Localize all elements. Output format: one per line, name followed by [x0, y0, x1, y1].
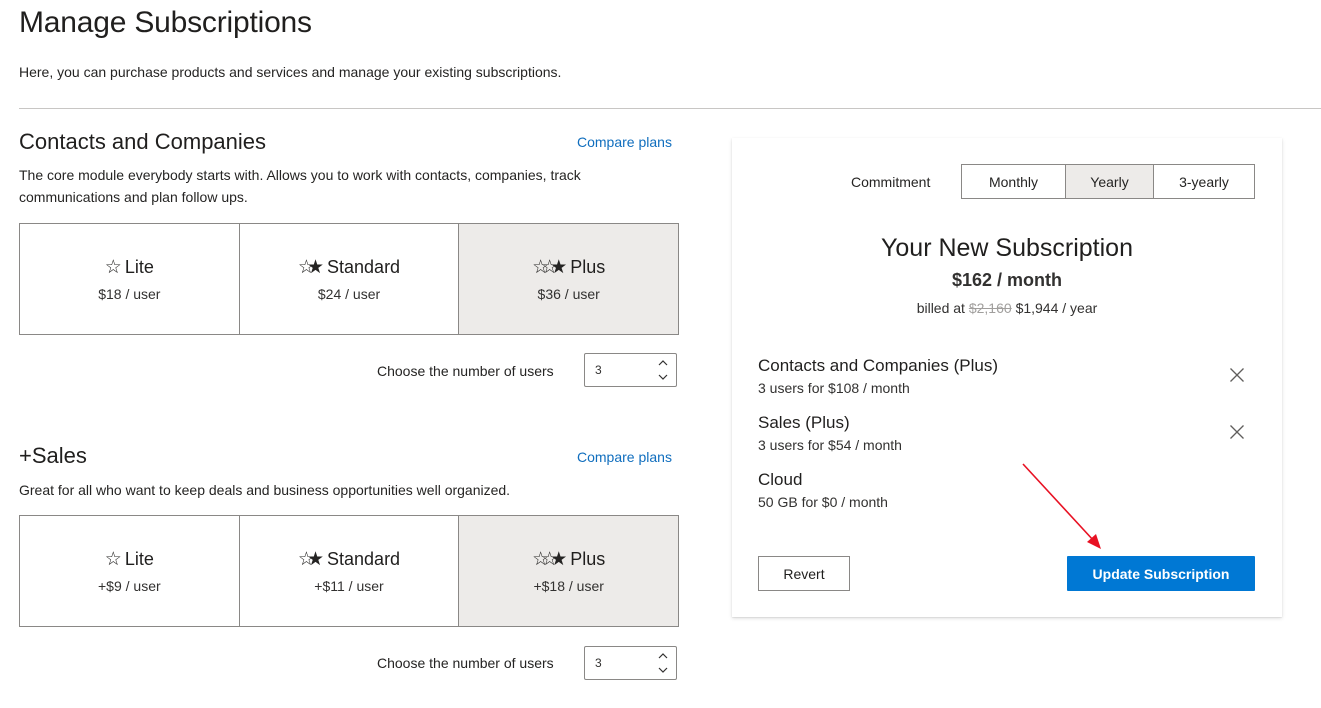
chevron-up-icon[interactable] [656, 649, 670, 663]
revert-button[interactable]: Revert [758, 556, 850, 591]
billed-prefix: billed at [916, 300, 965, 316]
commitment-3-yearly-button[interactable]: 3-yearly [1154, 165, 1254, 198]
plan-name: Lite [124, 548, 154, 569]
sales-plan-lite[interactable]: ☆ Lite +$9 / user [20, 516, 240, 626]
contacts-plan-lite[interactable]: ☆ Lite $18 / user [20, 224, 240, 334]
update-subscription-button[interactable]: Update Subscription [1067, 556, 1255, 591]
remove-contacts-close-icon[interactable] [1228, 366, 1246, 384]
contacts-compare-plans-link[interactable]: Compare plans [577, 134, 672, 150]
star-outline-icon: ☆ [104, 256, 122, 278]
contacts-section-title: Contacts and Companies [19, 129, 267, 154]
sales-users-label: Choose the number of users [377, 655, 554, 671]
line-item-contacts: Contacts and Companies (Plus) 3 users fo… [758, 356, 1258, 396]
contacts-plan-selector: ☆ Lite $18 / user ☆ ★ Standard $24 / user… [19, 223, 679, 335]
contacts-users-label: Choose the number of users [377, 363, 554, 379]
plan-name: Standard [327, 548, 401, 569]
plan-name: Plus [570, 256, 606, 277]
star-outline-filled-icon: ☆ ★ [297, 548, 325, 570]
contacts-section-description: The core module everybody starts with. A… [19, 167, 581, 205]
star-double-filled-icon: ☆ ☆ ★ [532, 548, 568, 570]
plan-price: +$11 / user [314, 577, 384, 594]
line-item-cloud: Cloud 50 GB for $0 / month [758, 470, 1258, 510]
star-double-filled-icon: ☆ ☆ ★ [532, 256, 568, 278]
star-outline-icon: ☆ [104, 548, 122, 570]
remove-sales-close-icon[interactable] [1228, 423, 1246, 441]
sales-section-title: +Sales [19, 443, 87, 468]
billed-summary: billed at $2,160 $1,944 / year [732, 300, 1282, 316]
sales-compare-plans-link[interactable]: Compare plans [577, 449, 672, 465]
star-outline-filled-icon: ☆ ★ [297, 256, 325, 278]
commitment-monthly-button[interactable]: Monthly [962, 165, 1066, 198]
line-item-detail: 3 users for $54 / month [758, 437, 902, 453]
stepper-value: 3 [595, 363, 602, 377]
chevron-down-icon[interactable] [656, 663, 670, 677]
sales-plan-standard[interactable]: ☆ ★ Standard +$11 / user [239, 516, 460, 626]
plan-name: Plus [570, 548, 606, 569]
commitment-toggle-group: Monthly Yearly 3-yearly [961, 164, 1255, 199]
sales-section-description: Great for all who want to keep deals and… [19, 482, 511, 498]
line-item-sales: Sales (Plus) 3 users for $54 / month [758, 413, 1258, 453]
page-title: Manage Subscriptions [19, 6, 312, 39]
sales-plan-plus[interactable]: ☆ ☆ ★ Plus +$18 / user [459, 516, 679, 626]
contacts-plan-standard[interactable]: ☆ ★ Standard $24 / user [239, 224, 460, 334]
plan-price: $24 / user [317, 285, 381, 302]
line-item-title: Sales (Plus) [758, 413, 850, 432]
line-item-title: Contacts and Companies (Plus) [758, 356, 999, 375]
contacts-plan-plus[interactable]: ☆ ☆ ★ Plus $36 / user [459, 224, 679, 334]
line-item-detail: 50 GB for $0 / month [758, 494, 888, 510]
plan-price: $36 / user [537, 285, 600, 302]
subscription-summary-panel: Commitment Monthly Yearly 3-yearly Your … [732, 138, 1282, 617]
header-divider [19, 108, 1321, 109]
commitment-label: Commitment [851, 174, 931, 190]
billed-old-price: $2,160 [968, 300, 1012, 316]
page-intro: Here, you can purchase products and serv… [19, 64, 562, 80]
contacts-users-stepper[interactable]: 3 [584, 353, 677, 387]
plan-name: Lite [124, 256, 154, 277]
stepper-value: 3 [595, 656, 602, 670]
plan-price: +$18 / user [533, 577, 604, 594]
commitment-yearly-button[interactable]: Yearly [1066, 165, 1154, 198]
sales-users-stepper[interactable]: 3 [584, 646, 677, 680]
line-item-title: Cloud [758, 470, 803, 489]
billed-new-price: $1,944 / year [1015, 300, 1098, 316]
plan-price: $18 / user [98, 285, 161, 302]
chevron-up-icon[interactable] [656, 356, 670, 370]
plan-price: +$9 / user [98, 577, 161, 594]
chevron-down-icon[interactable] [656, 370, 670, 384]
new-subscription-title: Your New Subscription [881, 234, 1133, 262]
sales-plan-selector: ☆ Lite +$9 / user ☆ ★ Standard +$11 / use… [19, 515, 679, 627]
line-item-detail: 3 users for $108 / month [758, 380, 910, 396]
plan-name: Standard [327, 256, 401, 277]
new-subscription-price: $162 / month [951, 270, 1063, 290]
